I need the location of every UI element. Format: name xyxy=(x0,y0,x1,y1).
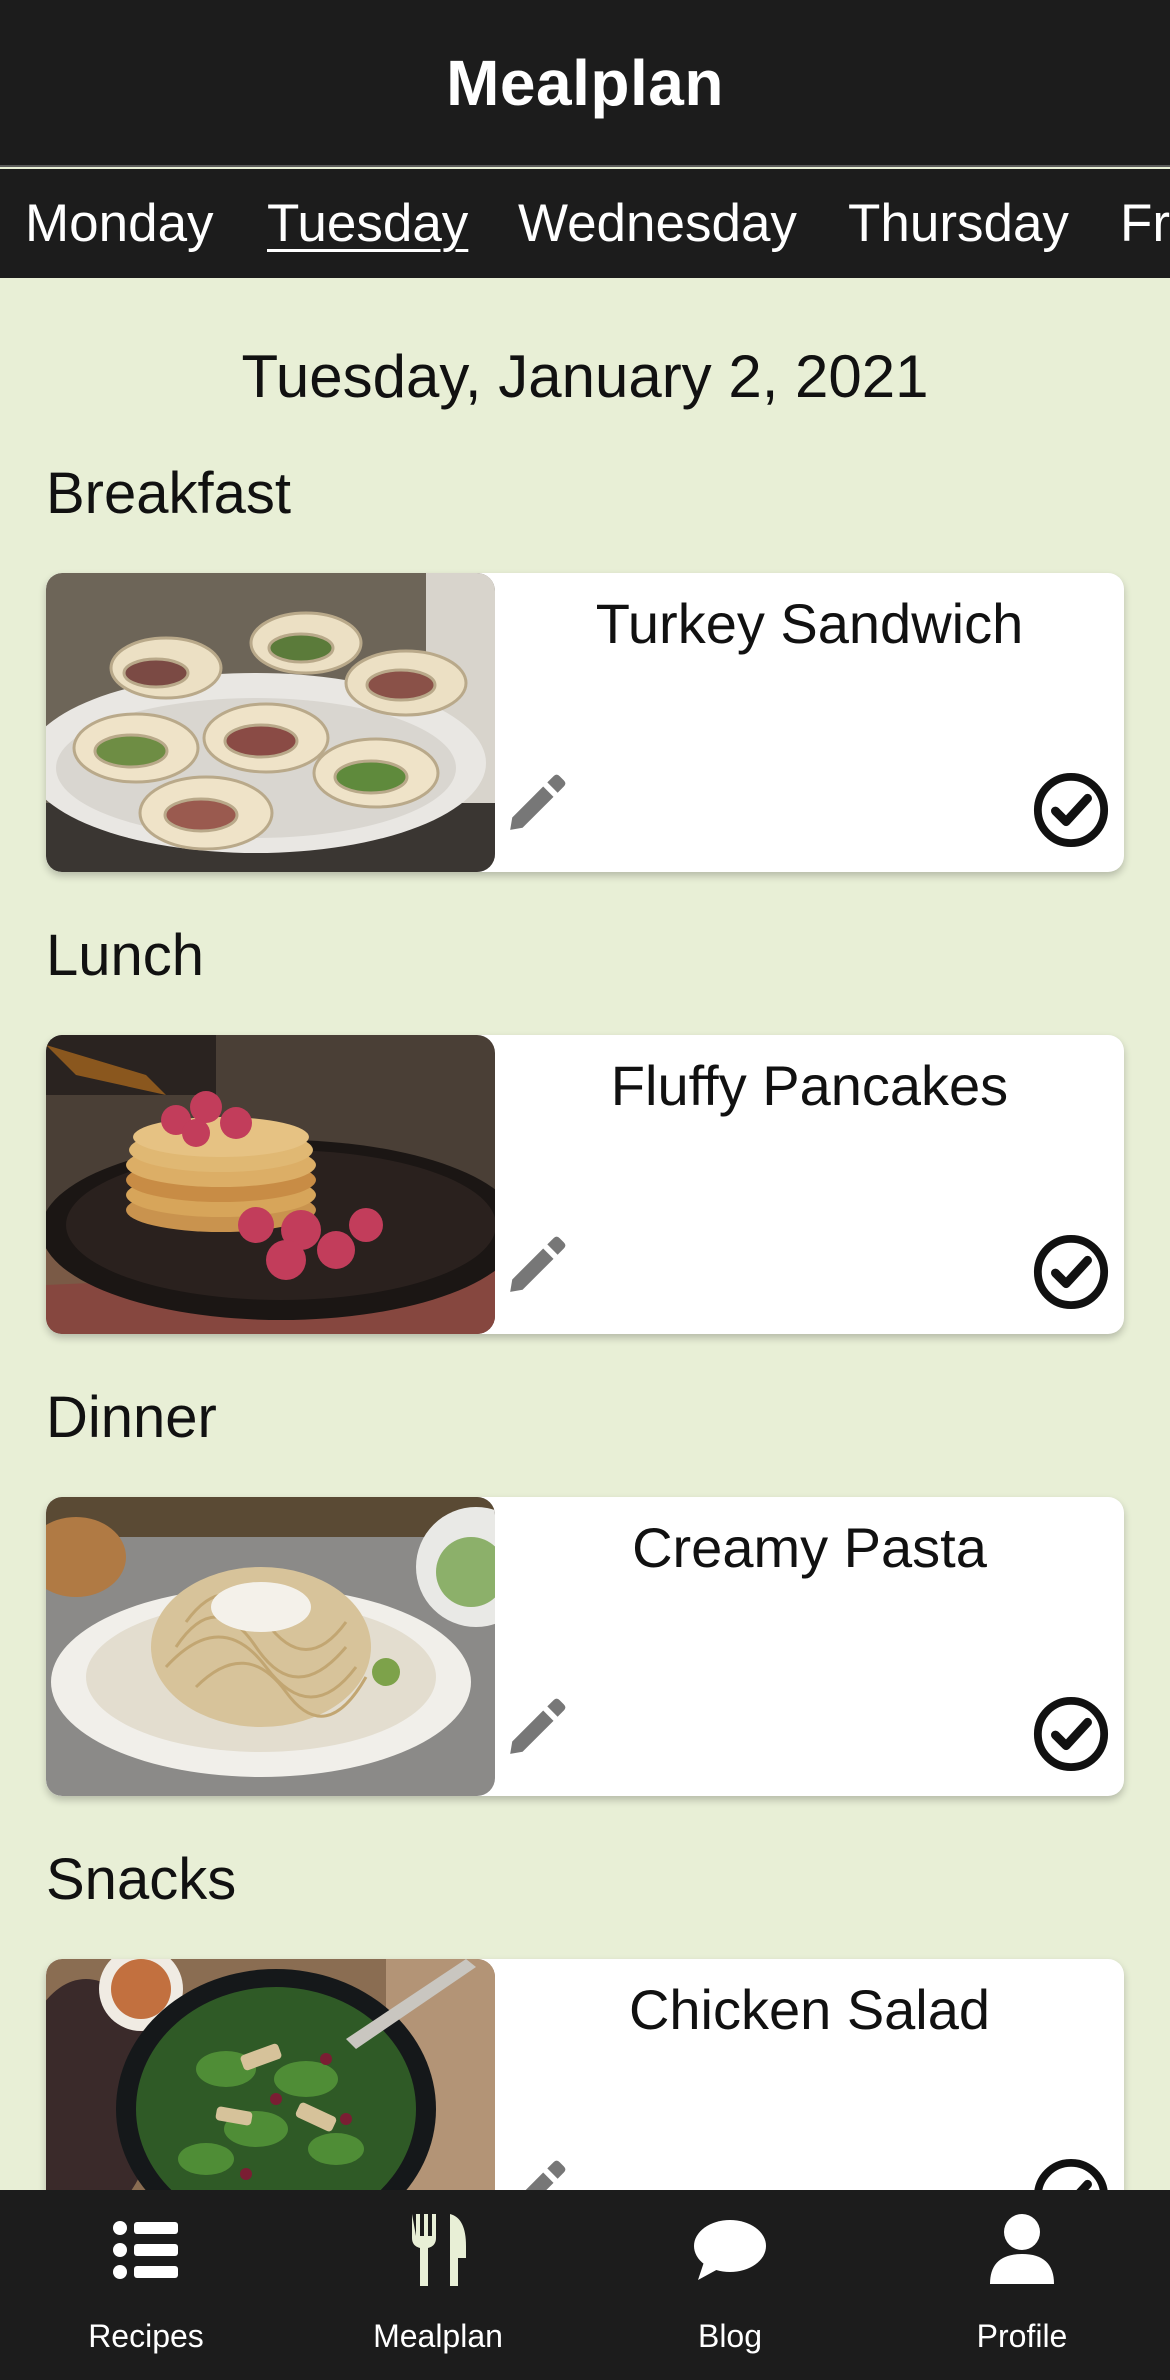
recipe-title[interactable]: Creamy Pasta xyxy=(495,1515,1124,1580)
user-icon xyxy=(990,2214,1054,2284)
tab-tuesday[interactable]: Tuesday xyxy=(267,197,468,250)
tab-recipes[interactable]: Recipes xyxy=(0,2190,292,2380)
meal-card-dinner[interactable]: Creamy Pasta xyxy=(46,1497,1124,1796)
check-circle-icon[interactable] xyxy=(1032,771,1110,849)
tab-blog[interactable]: Blog xyxy=(584,2190,876,2380)
page-title: Mealplan xyxy=(446,46,724,119)
fork-knife-icon xyxy=(412,2214,466,2286)
tab-wednesday[interactable]: Wednesday xyxy=(518,197,797,250)
tab-label: Profile xyxy=(976,2318,1068,2354)
check-circle-icon[interactable] xyxy=(1032,1233,1110,1311)
recipe-image xyxy=(46,1497,495,1796)
section-dinner: Dinner xyxy=(46,1385,217,1450)
tab-profile[interactable]: Profile xyxy=(876,2190,1168,2380)
chat-bubble-icon xyxy=(694,2220,766,2280)
tab-label: Blog xyxy=(697,2318,763,2354)
section-breakfast: Breakfast xyxy=(46,461,291,526)
section-lunch: Lunch xyxy=(46,923,205,988)
day-tabs[interactable]: Monday Tuesday Wednesday Thursday Fr xyxy=(0,169,1170,278)
bottom-tab-bar: Recipes Mealplan Blog Profile xyxy=(0,2190,1170,2380)
recipe-image xyxy=(46,1035,495,1334)
section-snacks: Snacks xyxy=(46,1847,237,1912)
tab-friday[interactable]: Fr xyxy=(1120,197,1170,250)
recipe-image xyxy=(46,573,495,872)
recipe-title[interactable]: Chicken Salad xyxy=(495,1977,1124,2042)
app-header: Mealplan xyxy=(0,0,1170,167)
meal-card-breakfast[interactable]: Turkey Sandwich xyxy=(46,573,1124,872)
recipe-title[interactable]: Turkey Sandwich xyxy=(495,591,1124,656)
pencil-icon[interactable] xyxy=(504,770,570,836)
pencil-icon[interactable] xyxy=(504,1694,570,1760)
date-heading: Tuesday, January 2, 2021 xyxy=(241,343,929,410)
pencil-icon[interactable] xyxy=(504,1232,570,1298)
tab-label: Recipes xyxy=(88,2318,204,2354)
tab-thursday[interactable]: Thursday xyxy=(848,197,1069,250)
meal-card-lunch[interactable]: Fluffy Pancakes xyxy=(46,1035,1124,1334)
check-circle-icon[interactable] xyxy=(1032,1695,1110,1773)
list-icon xyxy=(113,2221,178,2279)
recipe-title[interactable]: Fluffy Pancakes xyxy=(495,1053,1124,1118)
tab-mealplan[interactable]: Mealplan xyxy=(292,2190,584,2380)
tab-monday[interactable]: Monday xyxy=(25,197,214,250)
tab-label: Mealplan xyxy=(373,2318,503,2354)
